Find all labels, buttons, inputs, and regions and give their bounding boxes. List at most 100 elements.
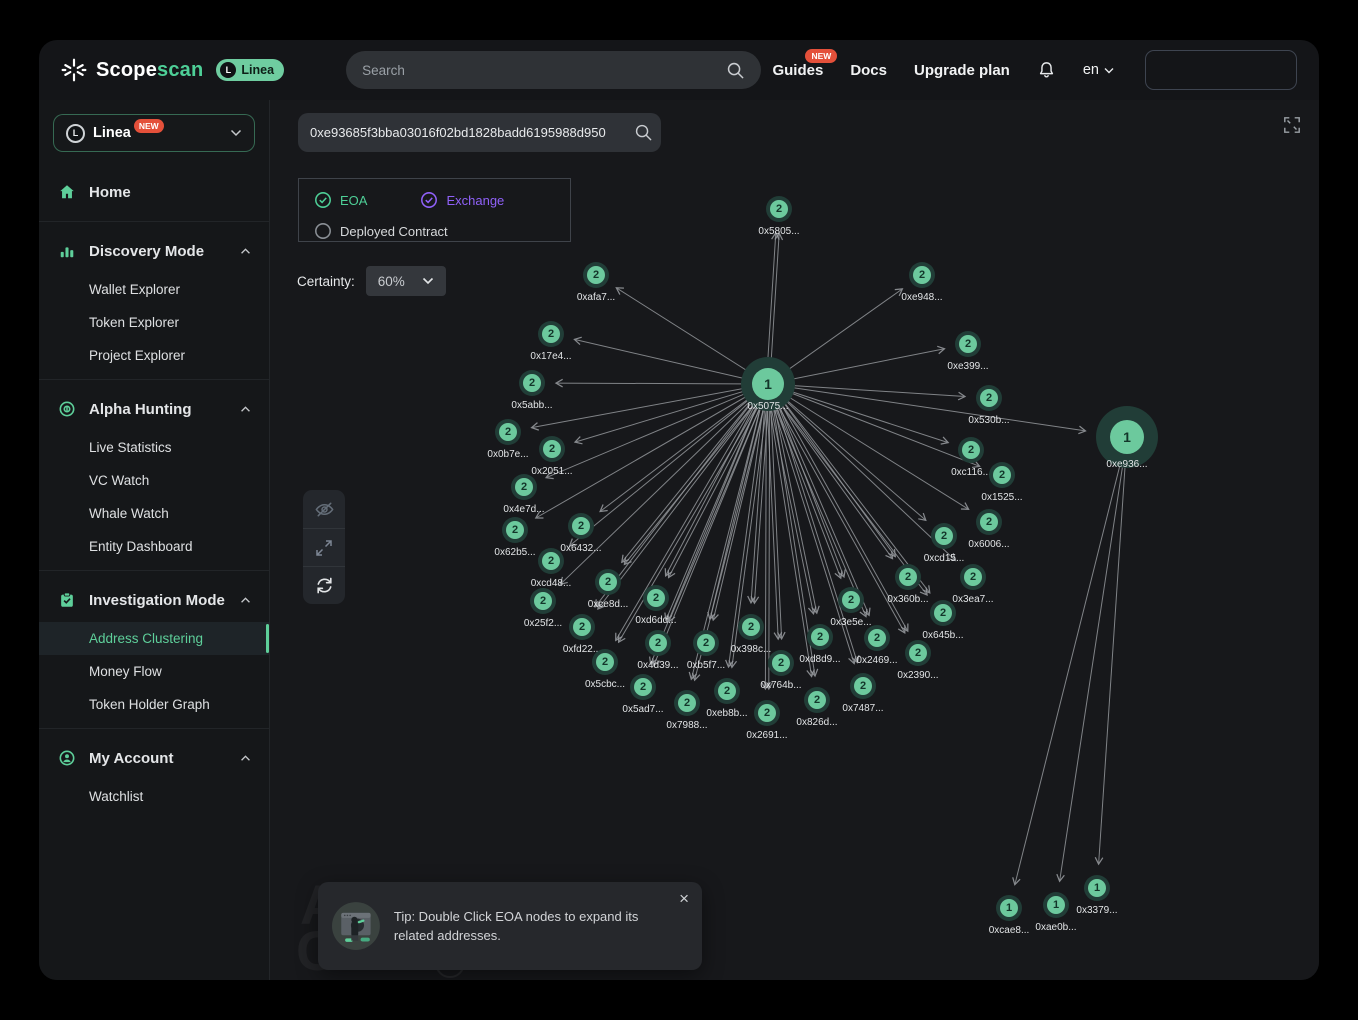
graph-node-0x5abb[interactable]: 2 [519, 370, 545, 396]
graph-node-0x764b[interactable]: 2 [768, 650, 794, 676]
sidebar-item-entity-dashboard[interactable]: Entity Dashboard [39, 530, 269, 563]
graph-node-0xafa7[interactable]: 2 [583, 262, 609, 288]
graph-node-0xd8d9[interactable]: 2 [807, 624, 833, 650]
graph-node-0xcd15[interactable]: 2 [931, 523, 957, 549]
graph-node-0x4e7d[interactable]: 2 [511, 474, 537, 500]
language-selector[interactable]: en [1083, 62, 1114, 78]
network-selector[interactable]: L Linea NEW [53, 114, 255, 152]
graph-node-0x0b7e[interactable]: 2 [495, 419, 521, 445]
legend-deployed-contract-toggle[interactable]: Deployed Contract [314, 222, 448, 240]
graph-node-0xe399[interactable]: 2 [955, 331, 981, 357]
fit-view-button[interactable] [303, 528, 345, 566]
refresh-icon [314, 575, 335, 596]
graph-node-label: 0xe936... [1106, 459, 1147, 470]
graph-node-0x7988[interactable]: 2 [674, 690, 700, 716]
legend-exchange-toggle[interactable]: Exchange [420, 191, 504, 209]
graph-node-0x2390[interactable]: 2 [905, 640, 931, 666]
sidebar-section-investigation-mode[interactable]: Investigation Mode [39, 578, 269, 622]
fullscreen-button[interactable] [1283, 116, 1301, 139]
nav-guides[interactable]: GuidesNEW [772, 62, 823, 79]
legend-eoa-toggle[interactable]: EOA [314, 191, 367, 209]
expand-icon [314, 538, 334, 558]
graph-node-label: 0x1525... [981, 492, 1022, 503]
graph-node-value: 1 [1047, 896, 1065, 914]
search-icon[interactable] [634, 123, 653, 142]
sidebar-item-address-clustering[interactable]: Address Clustering [39, 622, 269, 655]
refresh-button[interactable] [303, 566, 345, 604]
sidebar-item-whale-watch[interactable]: Whale Watch [39, 497, 269, 530]
graph-node-0x2469[interactable]: 2 [864, 625, 890, 651]
sidebar-section-alpha-hunting[interactable]: Alpha Hunting [39, 387, 269, 431]
address-input[interactable] [310, 125, 631, 140]
graph-node-0x6432[interactable]: 2 [568, 513, 594, 539]
graph-node-0x17e4[interactable]: 2 [538, 321, 564, 347]
graph-node-0x2691[interactable]: 2 [754, 700, 780, 726]
graph-node-0x25f2[interactable]: 2 [530, 588, 556, 614]
sidebar-item-money-flow[interactable]: Money Flow [39, 655, 269, 688]
graph-node-0x62b5[interactable]: 2 [502, 517, 528, 543]
sidebar-item-wallet-explorer[interactable]: Wallet Explorer [39, 273, 269, 306]
graph-node-0x360b[interactable]: 2 [895, 564, 921, 590]
graph-node-0x5ad7[interactable]: 2 [630, 674, 656, 700]
graph-node-value: 2 [935, 527, 953, 545]
graph-node-0x5cbc[interactable]: 2 [592, 649, 618, 675]
graph-node-value: 2 [772, 654, 790, 672]
chevron-up-icon [240, 597, 251, 604]
graph-node-0x2051[interactable]: 2 [539, 436, 565, 462]
sidebar-item-token-holder-graph[interactable]: Token Holder Graph [39, 688, 269, 721]
graph-node-0xae0b[interactable]: 1 [1043, 892, 1069, 918]
close-icon[interactable]: × [679, 890, 689, 907]
sidebar-item-project-explorer[interactable]: Project Explorer [39, 339, 269, 372]
brand[interactable]: Scopescan L Linea [61, 57, 284, 83]
graph-node-label: 0x398c... [731, 644, 772, 655]
graph-node-0x5805[interactable]: 2 [766, 196, 792, 222]
graph-node-0x4d39[interactable]: 2 [645, 630, 671, 656]
nav-docs[interactable]: Docs [850, 62, 887, 79]
sidebar-item-token-explorer[interactable]: Token Explorer [39, 306, 269, 339]
sidebar-item-vc-watch[interactable]: VC Watch [39, 464, 269, 497]
graph-node-label: 0x5805... [758, 226, 799, 237]
graph-node-0x398c[interactable]: 2 [738, 614, 764, 640]
certainty-dropdown[interactable]: 60% [366, 266, 446, 296]
graph-node-value: 2 [649, 634, 667, 652]
graph-node-0x3ea7[interactable]: 2 [960, 564, 986, 590]
graph-node-0x6006[interactable]: 2 [976, 509, 1002, 535]
hide-labels-button[interactable] [303, 490, 345, 528]
sidebar-item-watchlist[interactable]: Watchlist [39, 780, 269, 813]
sidebar-item-home[interactable]: Home [39, 170, 269, 214]
tip-illustration [332, 895, 380, 957]
graph-node-0x3379[interactable]: 1 [1084, 875, 1110, 901]
graph-node-label: 0x5075... [747, 401, 788, 412]
brand-name: Scopescan [96, 59, 203, 82]
search-input[interactable] [362, 63, 726, 78]
notification-bell-icon[interactable] [1037, 60, 1056, 80]
graph-node-0xcae8[interactable]: 1 [996, 895, 1022, 921]
graph-node-value: 2 [758, 704, 776, 722]
graph-node-value: 2 [964, 568, 982, 586]
graph-node-0xcd48[interactable]: 2 [538, 548, 564, 574]
sidebar-section-discovery-mode[interactable]: Discovery Mode [39, 229, 269, 273]
sidebar-section-my-account[interactable]: My Account [39, 736, 269, 780]
graph-node-label: 0x360b... [887, 594, 928, 605]
graph-node-0xce8d[interactable]: 2 [595, 569, 621, 595]
header-network-badge[interactable]: L Linea [216, 59, 284, 81]
graph-node-0xc116[interactable]: 2 [958, 437, 984, 463]
wallet-connect-frame[interactable] [1145, 50, 1297, 90]
graph-node-value: 2 [718, 682, 736, 700]
graph-node-0xeb8b[interactable]: 2 [714, 678, 740, 704]
graph-node-0x826d[interactable]: 2 [804, 687, 830, 713]
graph-node-value: 1 [1088, 879, 1106, 897]
nav-upgrade-plan[interactable]: Upgrade plan [914, 62, 1010, 79]
graph-node-label: 0x7487... [842, 703, 883, 714]
graph-node-0x645b[interactable]: 2 [930, 600, 956, 626]
graph-node-0xb5f7[interactable]: 2 [693, 630, 719, 656]
graph-node-0x1525[interactable]: 2 [989, 462, 1015, 488]
graph-node-0x3e5e[interactable]: 2 [838, 587, 864, 613]
graph-node-0xd6dd[interactable]: 2 [643, 585, 669, 611]
graph-node-0xe948[interactable]: 2 [909, 262, 935, 288]
graph-canvas[interactable]: 10x5075...10xe936...20x5805...20xe948...… [270, 100, 1319, 980]
sidebar-item-live-statistics[interactable]: Live Statistics [39, 431, 269, 464]
graph-node-0x530b[interactable]: 2 [976, 385, 1002, 411]
graph-node-0x7487[interactable]: 2 [850, 673, 876, 699]
graph-node-0xfd22[interactable]: 2 [569, 614, 595, 640]
